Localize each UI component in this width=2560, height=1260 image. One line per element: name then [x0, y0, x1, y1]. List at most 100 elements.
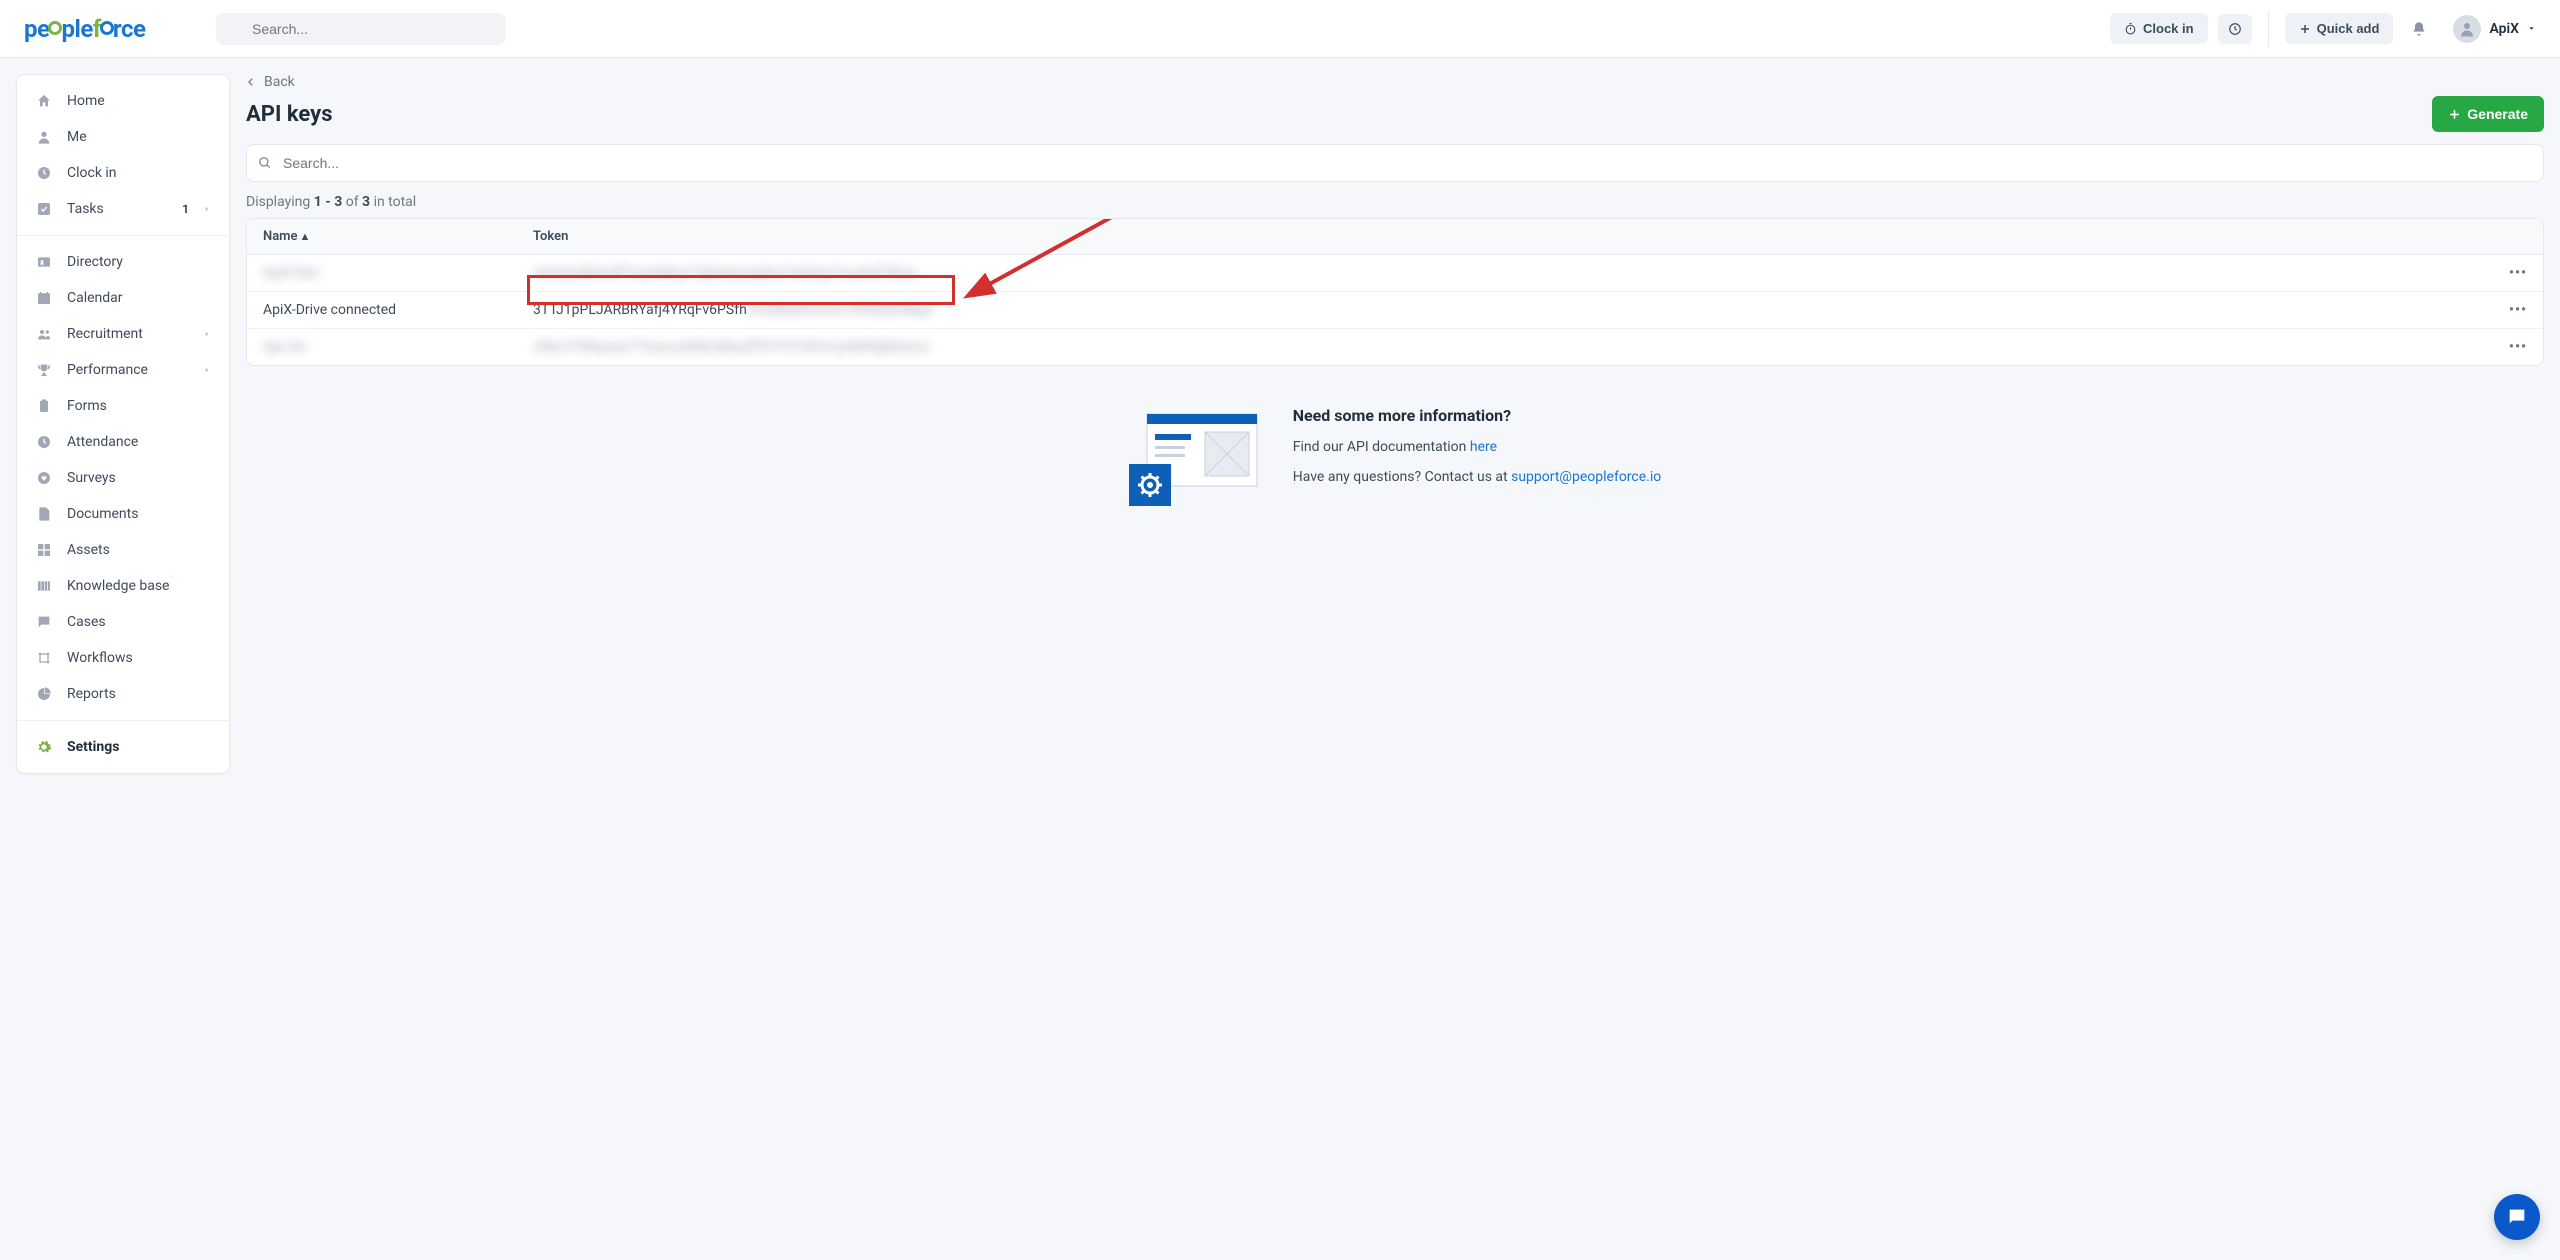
sidebar-item-label: Documents [67, 506, 211, 522]
sidebar-item-reports[interactable]: Reports [17, 676, 229, 712]
back-label: Back [264, 74, 295, 90]
doc-icon [35, 505, 53, 523]
sidebar-item-label: Tasks [67, 201, 168, 217]
page-search-wrapper [246, 144, 2544, 182]
info-contact-link[interactable]: support@peopleforce.io [1511, 469, 1661, 485]
sidebar-item-settings[interactable]: Settings [17, 729, 229, 765]
back-link[interactable]: Back [246, 74, 2544, 90]
page-search-input[interactable] [246, 144, 2544, 182]
sidebar-item-workflows[interactable]: Workflows [17, 640, 229, 676]
sidebar-item-calendar[interactable]: Calendar [17, 280, 229, 316]
home-icon [35, 92, 53, 110]
sidebar-item-label: Attendance [67, 434, 211, 450]
calendar-icon [35, 289, 53, 307]
sidebar-badge: 1 [182, 202, 189, 216]
sidebar-item-label: Directory [67, 254, 211, 270]
sidebar-item-label: Knowledge base [67, 578, 211, 594]
search-icon [258, 156, 272, 170]
check-icon [35, 200, 53, 218]
api-key-name: ApiX-Drive connected [263, 302, 396, 318]
token-value: xhxkqndkfeuf9Toyuhbkyz7ghhekyudplecYeddo… [533, 265, 917, 281]
sidebar-item-label: Clock in [67, 165, 211, 181]
api-key-name: ApiX blur [263, 265, 319, 281]
clock-history-button[interactable] [2218, 14, 2252, 44]
sidebar-item-home[interactable]: Home [17, 83, 229, 119]
row-actions-button[interactable]: ••• [2509, 339, 2527, 355]
sidebar-item-label: Performance [67, 362, 189, 378]
book-icon [35, 577, 53, 595]
info-title: Need some more information? [1293, 406, 1662, 425]
sidebar-item-knowledge-base[interactable]: Knowledge base [17, 568, 229, 604]
sidebar-item-assets[interactable]: Assets [17, 532, 229, 568]
generate-button[interactable]: Generate [2432, 96, 2544, 132]
sidebar-item-label: Me [67, 129, 211, 145]
heart-icon [35, 469, 53, 487]
sidebar-item-surveys[interactable]: Surveys [17, 460, 229, 496]
column-header-token[interactable]: Token [517, 219, 2493, 255]
sidebar-item-documents[interactable]: Documents [17, 496, 229, 532]
logo[interactable]: peplefrce [16, 15, 216, 43]
sidebar-item-label: Workflows [67, 650, 211, 666]
sidebar-section-top: Home Me Clock in Tasks 1 [17, 75, 229, 235]
chat-widget-button[interactable] [2494, 1194, 2540, 1240]
sidebar-item-label: Reports [67, 686, 211, 702]
sidebar-item-clock-in[interactable]: Clock in [17, 155, 229, 191]
sidebar-item-directory[interactable]: Directory [17, 244, 229, 280]
clock2-icon [35, 433, 53, 451]
sidebar-item-me[interactable]: Me [17, 119, 229, 155]
sidebar-item-cases[interactable]: Cases [17, 604, 229, 640]
notifications-button[interactable] [2403, 21, 2435, 37]
sidebar-item-label: Home [67, 93, 211, 109]
pie-icon [35, 685, 53, 703]
token-value: zfbwvTldhpsao7TtosouvblthsdboyPfO197C6hV… [533, 339, 929, 355]
plus-icon [2448, 108, 2461, 121]
row-actions-button[interactable]: ••• [2509, 302, 2527, 318]
sidebar: Home Me Clock in Tasks 1 Directory Calendar Re… [16, 74, 230, 774]
sidebar-item-attendance[interactable]: Attendance [17, 424, 229, 460]
id-icon [35, 253, 53, 271]
sidebar-item-tasks[interactable]: Tasks 1 [17, 191, 229, 227]
sidebar-item-label: Recruitment [67, 326, 189, 342]
avatar [2453, 15, 2481, 43]
page-header: API keys Generate [246, 96, 2544, 132]
flow-icon [35, 649, 53, 667]
app-header: peplefrce Clock in Quick add [0, 0, 2560, 58]
table-row: ApiX-Drive connected 3TTJ1pPLJARBRYafj4YR… [247, 292, 2543, 329]
sidebar-item-label: Calendar [67, 290, 211, 306]
sidebar-item-performance[interactable]: Performance [17, 352, 229, 388]
main-content: Back API keys Generate Displaying 1 - 3 … [246, 74, 2544, 499]
chevron-down-icon [2527, 24, 2536, 33]
displaying-count: Displaying 1 - 3 of 3 in total [246, 194, 2544, 210]
sidebar-item-recruitment[interactable]: Recruitment [17, 316, 229, 352]
trophy-icon [35, 361, 53, 379]
global-search-input[interactable] [216, 13, 506, 45]
boxes-icon [35, 541, 53, 559]
info-text: Need some more information? Find our API… [1293, 406, 1662, 499]
sidebar-item-label: Assets [67, 542, 211, 558]
column-header-name[interactable]: Name▲ [247, 219, 517, 255]
global-search-wrapper [216, 13, 506, 45]
clock-in-label: Clock in [2143, 21, 2194, 36]
user-menu[interactable]: ApiX [2445, 15, 2544, 43]
clipboard-icon [35, 397, 53, 415]
gear-icon [35, 738, 53, 756]
sort-asc-icon: ▲ [299, 230, 310, 243]
generate-label: Generate [2467, 106, 2528, 122]
sidebar-item-forms[interactable]: Forms [17, 388, 229, 424]
quick-add-label: Quick add [2317, 21, 2380, 36]
sidebar-item-label: Settings [67, 739, 211, 755]
user-name: ApiX [2489, 21, 2519, 37]
chevron-right-icon [203, 366, 211, 374]
chat-icon [35, 613, 53, 631]
clock-in-button[interactable]: Clock in [2110, 13, 2208, 44]
token-value: 3TTJ1pPLJARBRYafj4YRqFv6PSfh [533, 302, 747, 318]
info-doc-line: Find our API documentation here [1293, 439, 1662, 455]
sidebar-item-label: Cases [67, 614, 211, 630]
row-actions-button[interactable]: ••• [2509, 265, 2527, 281]
quick-add-button[interactable]: Quick add [2285, 13, 2394, 44]
info-illustration [1129, 406, 1269, 496]
sidebar-section-bottom: Settings [17, 720, 229, 773]
info-doc-link[interactable]: here [1470, 439, 1497, 455]
chevron-right-icon [203, 205, 211, 213]
clock-icon [2228, 22, 2242, 36]
